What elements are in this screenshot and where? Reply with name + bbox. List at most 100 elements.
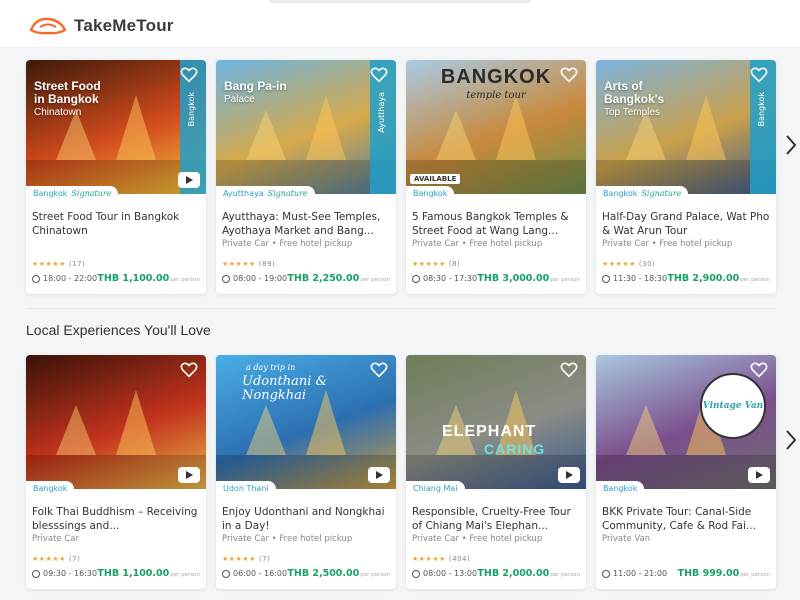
clock-icon <box>412 274 420 283</box>
review-count: (30) <box>638 260 656 268</box>
signature-label: Signature <box>641 189 682 198</box>
search-bar-edge[interactable] <box>270 0 530 3</box>
per-person-label: per person <box>550 277 580 283</box>
tour-card[interactable]: BANGKOK temple tour AVAILABLE Bangkok 5 Famo… <box>406 60 586 294</box>
location-tag: Bangkok Signature <box>596 186 689 202</box>
tour-image[interactable]: Bangkok Arts of Bangkok's Top Temples <box>596 60 776 194</box>
tour-card[interactable]: a day trip in Udonthani & Nongkhai Udon Th… <box>216 355 396 589</box>
tour-image[interactable]: Ayutthaya Bang Pa-in Palace <box>216 60 396 194</box>
tour-card[interactable]: Bangkok Arts of Bangkok's Top Temples Bangko… <box>596 60 776 294</box>
tour-image[interactable]: ELEPHANT CARING <box>406 355 586 489</box>
time-range: 06:00 - 16:00 <box>233 569 288 578</box>
price-value: THB 3,000.00 <box>477 273 550 284</box>
price-value: THB 1,100.00 <box>97 568 170 579</box>
heart-icon[interactable] <box>560 361 578 379</box>
rating-stars: ★★★★★ (404) <box>412 555 470 563</box>
tour-card[interactable]: Bangkok Street Food in Bangkok Chinatown Ban… <box>26 60 206 294</box>
review-count: (8) <box>448 260 461 268</box>
tour-title[interactable]: Ayutthaya: Must-See Temples, Ayothaya Ma… <box>222 210 390 238</box>
heart-icon[interactable] <box>370 361 388 379</box>
image-subtitle: temple tour <box>466 90 526 101</box>
image-title: Arts of Bangkok's Top Temples <box>604 80 664 119</box>
play-video-icon[interactable] <box>368 467 390 483</box>
heart-icon[interactable] <box>370 66 388 84</box>
signature-label: Signature <box>267 189 308 198</box>
per-person-label: per person <box>170 277 200 283</box>
tour-title[interactable]: Street Food Tour in Bangkok Chinatown <box>32 210 200 238</box>
tour-card[interactable]: Ayutthaya Bang Pa-in Palace Ayutthaya Signat… <box>216 60 396 294</box>
price-value: THB 999.00 <box>677 568 740 579</box>
image-title-line: Bang Pa-in <box>224 79 287 93</box>
tour-image[interactable]: Bangkok Street Food in Bangkok Chinatown <box>26 60 206 194</box>
location-tag: Bangkok <box>26 481 75 497</box>
location-label: Bangkok <box>603 189 638 198</box>
location-label: Ayutthaya <box>223 189 264 198</box>
tour-title[interactable]: Half-Day Grand Palace, Wat Pho & Wat Aru… <box>602 210 770 238</box>
vintage-van-logo: Vintage Van <box>700 373 766 439</box>
chevron-right-icon[interactable] <box>784 429 798 451</box>
brand-logo[interactable]: TakeMeTour <box>28 16 174 36</box>
image-title-line: Bangkok's <box>604 92 665 106</box>
per-person-label: per person <box>740 277 770 283</box>
play-video-icon[interactable] <box>558 467 580 483</box>
tour-title[interactable]: Folk Thai Buddhism – Receiving blesssing… <box>32 505 200 533</box>
chevron-right-icon[interactable] <box>784 134 798 156</box>
heart-icon[interactable] <box>750 361 768 379</box>
heart-icon[interactable] <box>560 66 578 84</box>
rating-stars: ★★★★★ (17) <box>32 260 85 268</box>
stars-icon: ★★★★★ <box>32 555 66 563</box>
clock-icon <box>222 274 230 283</box>
clock-icon <box>602 569 610 578</box>
tour-price: THB 2,000.00per person <box>477 568 580 579</box>
location-tag: Ayutthaya Signature <box>216 186 315 202</box>
heart-icon[interactable] <box>180 361 198 379</box>
rating-stars: ★★★★★ (7) <box>222 555 270 563</box>
clock-icon <box>32 569 40 578</box>
time-range: 09:30 - 16:30 <box>43 569 98 578</box>
image-title: Street Food in Bangkok Chinatown <box>34 80 101 119</box>
tour-card[interactable]: Bangkok Folk Thai Buddhism – Receiving bl… <box>26 355 206 589</box>
image-title-line: Top Temples <box>604 107 660 118</box>
brand-name: TakeMeTour <box>74 16 174 35</box>
rating-stars: ★★★★★ (7) <box>32 555 80 563</box>
tour-time: 06:00 - 16:00 <box>222 569 287 578</box>
logo-text: Vintage Van <box>702 401 764 411</box>
tour-time: 11:30 - 18:30 <box>602 274 667 283</box>
tour-title[interactable]: Responsible, Cruelty-Free Tour of Chiang… <box>412 505 580 533</box>
tour-image[interactable]: BANGKOK temple tour AVAILABLE <box>406 60 586 194</box>
heart-icon[interactable] <box>750 66 768 84</box>
time-range: 08:00 - 13:00 <box>423 569 478 578</box>
tour-card[interactable]: Vintage Van Bangkok BKK Private Tour: Cana… <box>596 355 776 589</box>
available-badge: AVAILABLE <box>410 174 461 184</box>
tour-time: 09:30 - 16:30 <box>32 569 97 578</box>
tour-title[interactable]: 5 Famous Bangkok Temples & Street Food a… <box>412 210 580 238</box>
transport-info: Private Car • Free hotel pickup <box>602 239 733 249</box>
signature-label: Signature <box>71 189 112 198</box>
rating-stars: ★★★★★ (89) <box>222 260 275 268</box>
location-label: Chiang Mai <box>413 484 458 493</box>
location-label: Bangkok <box>413 189 448 198</box>
play-video-icon[interactable] <box>748 467 770 483</box>
tour-title[interactable]: Enjoy Udonthani and Nongkhai in a Day! <box>222 505 390 533</box>
location-tag: Udon Thani <box>216 481 276 497</box>
time-range: 08:00 - 19:00 <box>233 274 288 283</box>
tour-card[interactable]: ELEPHANT CARING Chiang Mai Responsible, Cru… <box>406 355 586 589</box>
time-range: 18:00 - 22:00 <box>43 274 98 283</box>
tour-image[interactable]: a day trip in Udonthani & Nongkhai <box>216 355 396 489</box>
rating-stars: ★★★★★ (30) <box>602 260 655 268</box>
tour-image[interactable]: Vintage Van <box>596 355 776 489</box>
review-count: (7) <box>68 555 81 563</box>
stars-icon: ★★★★★ <box>222 260 256 268</box>
tour-image[interactable] <box>26 355 206 489</box>
clock-icon <box>32 274 40 283</box>
price-value: THB 2,500.00 <box>287 568 360 579</box>
clock-icon <box>412 569 420 578</box>
band-label: Bangkok <box>187 92 196 127</box>
play-video-icon[interactable] <box>178 172 200 188</box>
heart-icon[interactable] <box>180 66 198 84</box>
play-video-icon[interactable] <box>178 467 200 483</box>
transport-info: Private Car • Free hotel pickup <box>412 534 543 544</box>
tour-title[interactable]: BKK Private Tour: Canal-Side Community, … <box>602 505 770 533</box>
review-count: (7) <box>258 555 271 563</box>
image-text-large: ELEPHANT <box>442 423 537 440</box>
